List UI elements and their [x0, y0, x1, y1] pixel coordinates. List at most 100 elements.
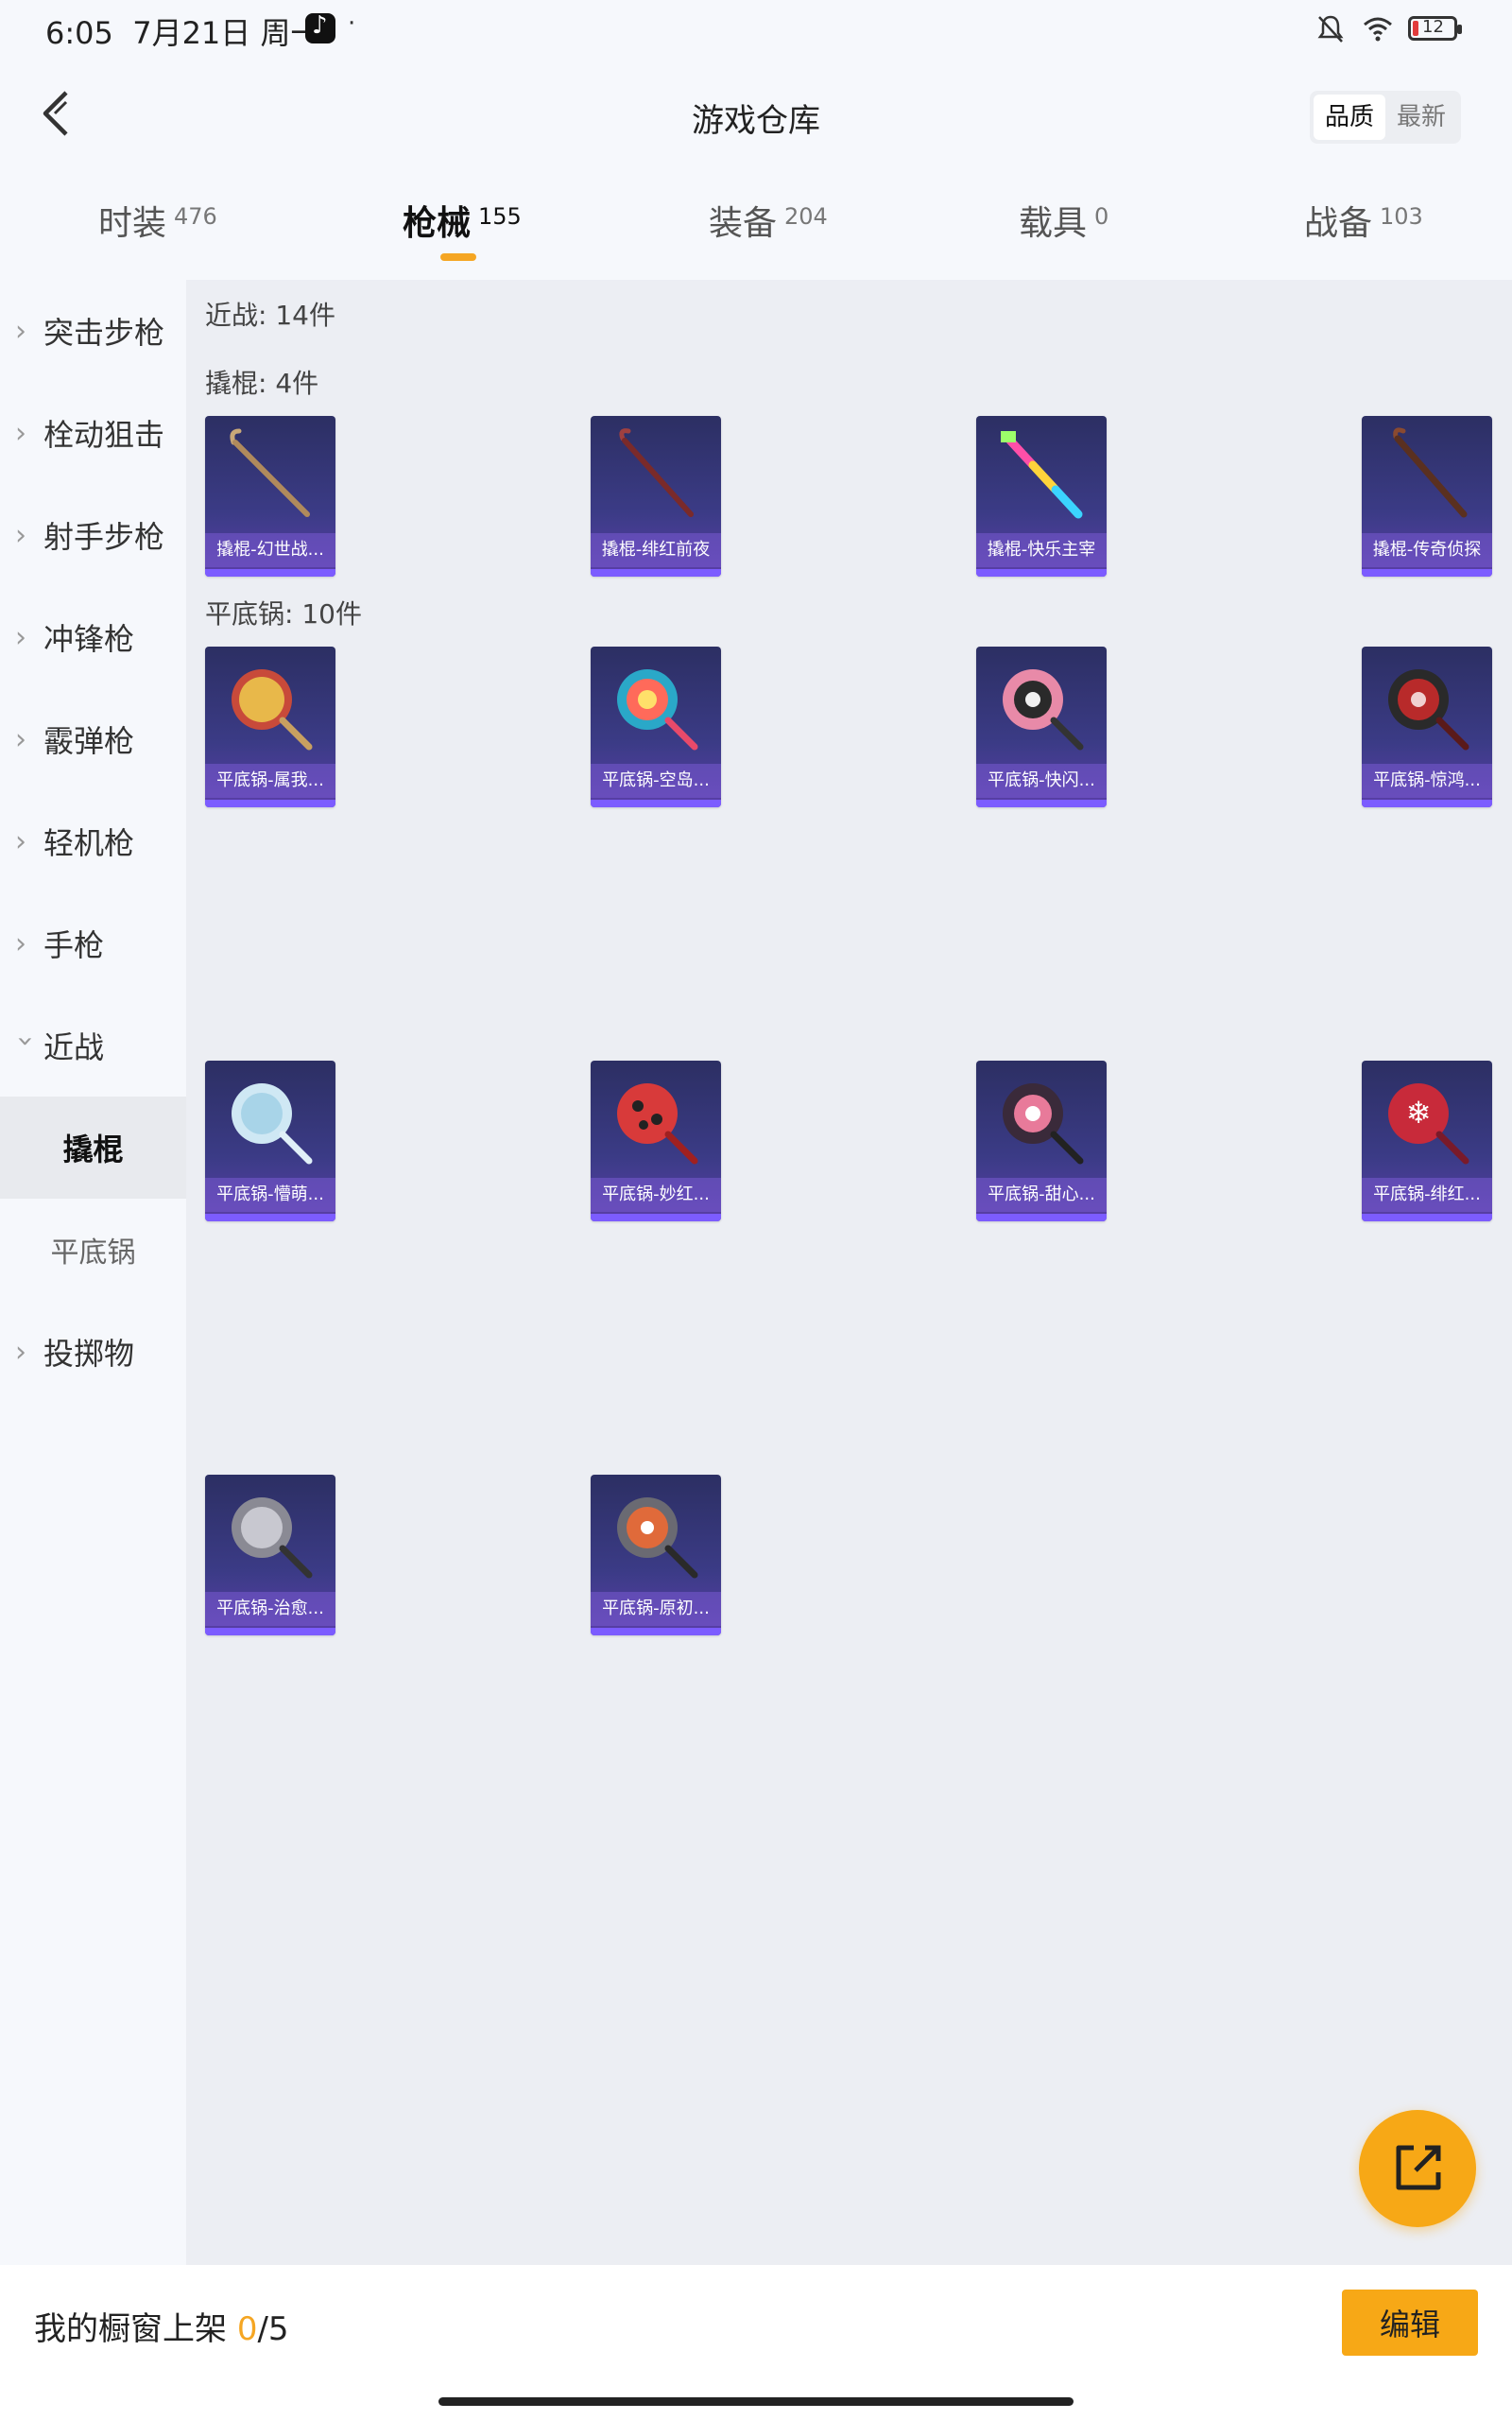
sidebar-item-smg[interactable]: › 冲锋枪 — [0, 586, 186, 688]
chevron-right-icon: › — [15, 518, 26, 552]
crowbar-icon — [230, 428, 310, 517]
bottom-bar: 我的橱窗上架 0/5 编辑 — [0, 2265, 1512, 2420]
tab-fashion[interactable]: 时装 476 — [98, 189, 217, 274]
showcase-total: /5 — [257, 2310, 289, 2348]
tab-label: 时装 — [98, 204, 167, 243]
item-card[interactable]: 平底锅-快闪... — [976, 647, 1107, 807]
share-fab-button[interactable] — [1359, 2110, 1476, 2227]
sidebar-item-label: 突击步枪 — [43, 315, 165, 351]
item-name: 平底锅-懵萌... — [205, 1178, 335, 1212]
item-name: 平底锅-甜心... — [976, 1178, 1107, 1212]
tab-count: 103 — [1380, 203, 1423, 230]
rarity-bar — [205, 1214, 335, 1221]
chevron-right-icon: › — [15, 722, 26, 756]
chevron-right-icon: › — [15, 926, 26, 960]
header: 游戏仓库 品质 最新 — [0, 57, 1512, 175]
item-card[interactable]: 平底锅-治愈... — [205, 1475, 335, 1635]
item-card[interactable]: 平底锅-惊鸿... — [1362, 647, 1492, 807]
sidebar-item-throwables[interactable]: › 投掷物 — [0, 1301, 186, 1403]
crowbar-icon — [1001, 431, 1083, 519]
crowbar-icon — [619, 428, 694, 517]
showcase-count: 0 — [236, 2310, 258, 2348]
chevron-right-icon: › — [15, 620, 26, 654]
tab-count: 155 — [478, 203, 522, 230]
sidebar-item-label: 射手步枪 — [43, 519, 165, 555]
sidebar-subitem-pan[interactable]: 平底锅 — [0, 1199, 186, 1301]
item-card[interactable]: 平底锅-属我... — [205, 647, 335, 807]
sidebar-item-melee[interactable]: › 近战 — [0, 994, 186, 1097]
rarity-bar — [976, 1214, 1107, 1221]
mute-bell-icon — [1317, 15, 1344, 43]
item-card[interactable]: 平底锅-懵萌... — [205, 1061, 335, 1221]
frying-pan-icon — [232, 1497, 313, 1579]
edit-button[interactable]: 编辑 — [1342, 2290, 1478, 2356]
frying-pan-icon — [232, 1083, 313, 1165]
item-name: 平底锅-原初... — [591, 1592, 721, 1626]
chevron-right-icon: › — [15, 416, 26, 450]
frying-pan-icon — [617, 1497, 698, 1579]
chevron-down-icon: › — [9, 1035, 43, 1046]
frying-pan-icon — [1003, 669, 1084, 751]
sidebar-item-label: 投掷物 — [43, 1336, 135, 1372]
item-name: 平底锅-妙红... — [591, 1178, 721, 1212]
rarity-bar — [1362, 1214, 1492, 1221]
battery-icon: 12 — [1408, 16, 1462, 41]
item-card[interactable]: 撬棍-传奇侦探 — [1362, 416, 1492, 577]
battery-level: 12 — [1422, 17, 1444, 37]
sidebar-item-shotgun[interactable]: › 霰弹枪 — [0, 688, 186, 790]
frying-pan-icon — [617, 669, 698, 751]
rarity-bar — [1362, 569, 1492, 577]
item-name: 平底锅-属我... — [205, 764, 335, 798]
rarity-bar — [591, 569, 721, 577]
item-card[interactable]: 平底锅-甜心... — [976, 1061, 1107, 1221]
rarity-bar — [1362, 800, 1492, 807]
item-grid-area: 近战: 14件 撬棍: 4件 撬棍-幻世战... 撬棍-绯红前夜 撬棍-快乐主宰 — [186, 280, 1512, 2265]
tab-supplies[interactable]: 战备 103 — [1304, 189, 1423, 274]
rarity-bar — [205, 569, 335, 577]
external-link-icon — [1396, 2145, 1441, 2190]
tab-guns[interactable]: 枪械 155 — [403, 189, 522, 274]
page-title: 游戏仓库 — [692, 102, 820, 140]
wifi-icon — [1364, 17, 1392, 42]
item-card[interactable]: ❄ 平底锅-绯红... — [1362, 1061, 1492, 1221]
sidebar-item-pistol[interactable]: › 手枪 — [0, 892, 186, 994]
item-name: 撬棍-传奇侦探 — [1362, 533, 1492, 567]
sidebar-item-lmg[interactable]: › 轻机枪 — [0, 790, 186, 892]
sort-newest-button[interactable]: 最新 — [1385, 95, 1457, 140]
tab-vehicles[interactable]: 载具 0 — [1019, 189, 1108, 274]
tab-count: 0 — [1094, 203, 1109, 230]
tiktok-icon — [305, 11, 335, 43]
frying-pan-icon: ❄ — [1388, 1083, 1469, 1165]
tab-count: 204 — [784, 203, 828, 230]
item-card[interactable]: 平底锅-空岛... — [591, 647, 721, 807]
crowbar-icon — [1393, 427, 1468, 518]
item-card[interactable]: 撬棍-绯红前夜 — [591, 416, 721, 577]
item-name: 平底锅-快闪... — [976, 764, 1107, 798]
sidebar-item-label: 手枪 — [43, 927, 105, 963]
sidebar-item-label: 轻机枪 — [43, 825, 135, 861]
frying-pan-icon — [1003, 1083, 1084, 1165]
item-card[interactable]: 撬棍-幻世战... — [205, 416, 335, 577]
sort-toggle: 品质 最新 — [1310, 91, 1461, 144]
tab-label: 战备 — [1304, 204, 1373, 243]
status-bar: 6:05 7月21日 周一 · 12 — [0, 0, 1512, 57]
rarity-bar — [976, 569, 1107, 577]
crowbar-group-label: 撬棍: 4件 — [205, 368, 319, 399]
sort-quality-button[interactable]: 品质 — [1314, 95, 1385, 140]
item-card[interactable]: 撬棍-快乐主宰 — [976, 416, 1107, 577]
sidebar-item-label: 栓动狙击 — [43, 417, 165, 453]
chevron-right-icon: › — [15, 1335, 26, 1369]
showcase-status: 我的橱窗上架 0/5 — [34, 2303, 289, 2349]
status-dot: · — [348, 9, 356, 38]
tab-count: 476 — [174, 203, 217, 230]
sidebar-subitem-crowbar[interactable]: 撬棍 — [0, 1097, 186, 1199]
tab-equipment[interactable]: 装备 204 — [709, 189, 828, 274]
item-card[interactable]: 平底锅-原初... — [591, 1475, 721, 1635]
sidebar-item-marksman-rifle[interactable]: › 射手步枪 — [0, 484, 186, 586]
tab-label: 装备 — [709, 204, 778, 243]
item-card[interactable]: 平底锅-妙红... — [591, 1061, 721, 1221]
rarity-bar — [591, 1214, 721, 1221]
home-indicator[interactable] — [438, 2397, 1074, 2406]
sidebar-item-bolt-sniper[interactable]: › 栓动狙击 — [0, 382, 186, 484]
sidebar-item-assault-rifle[interactable]: › 突击步枪 — [0, 280, 186, 382]
